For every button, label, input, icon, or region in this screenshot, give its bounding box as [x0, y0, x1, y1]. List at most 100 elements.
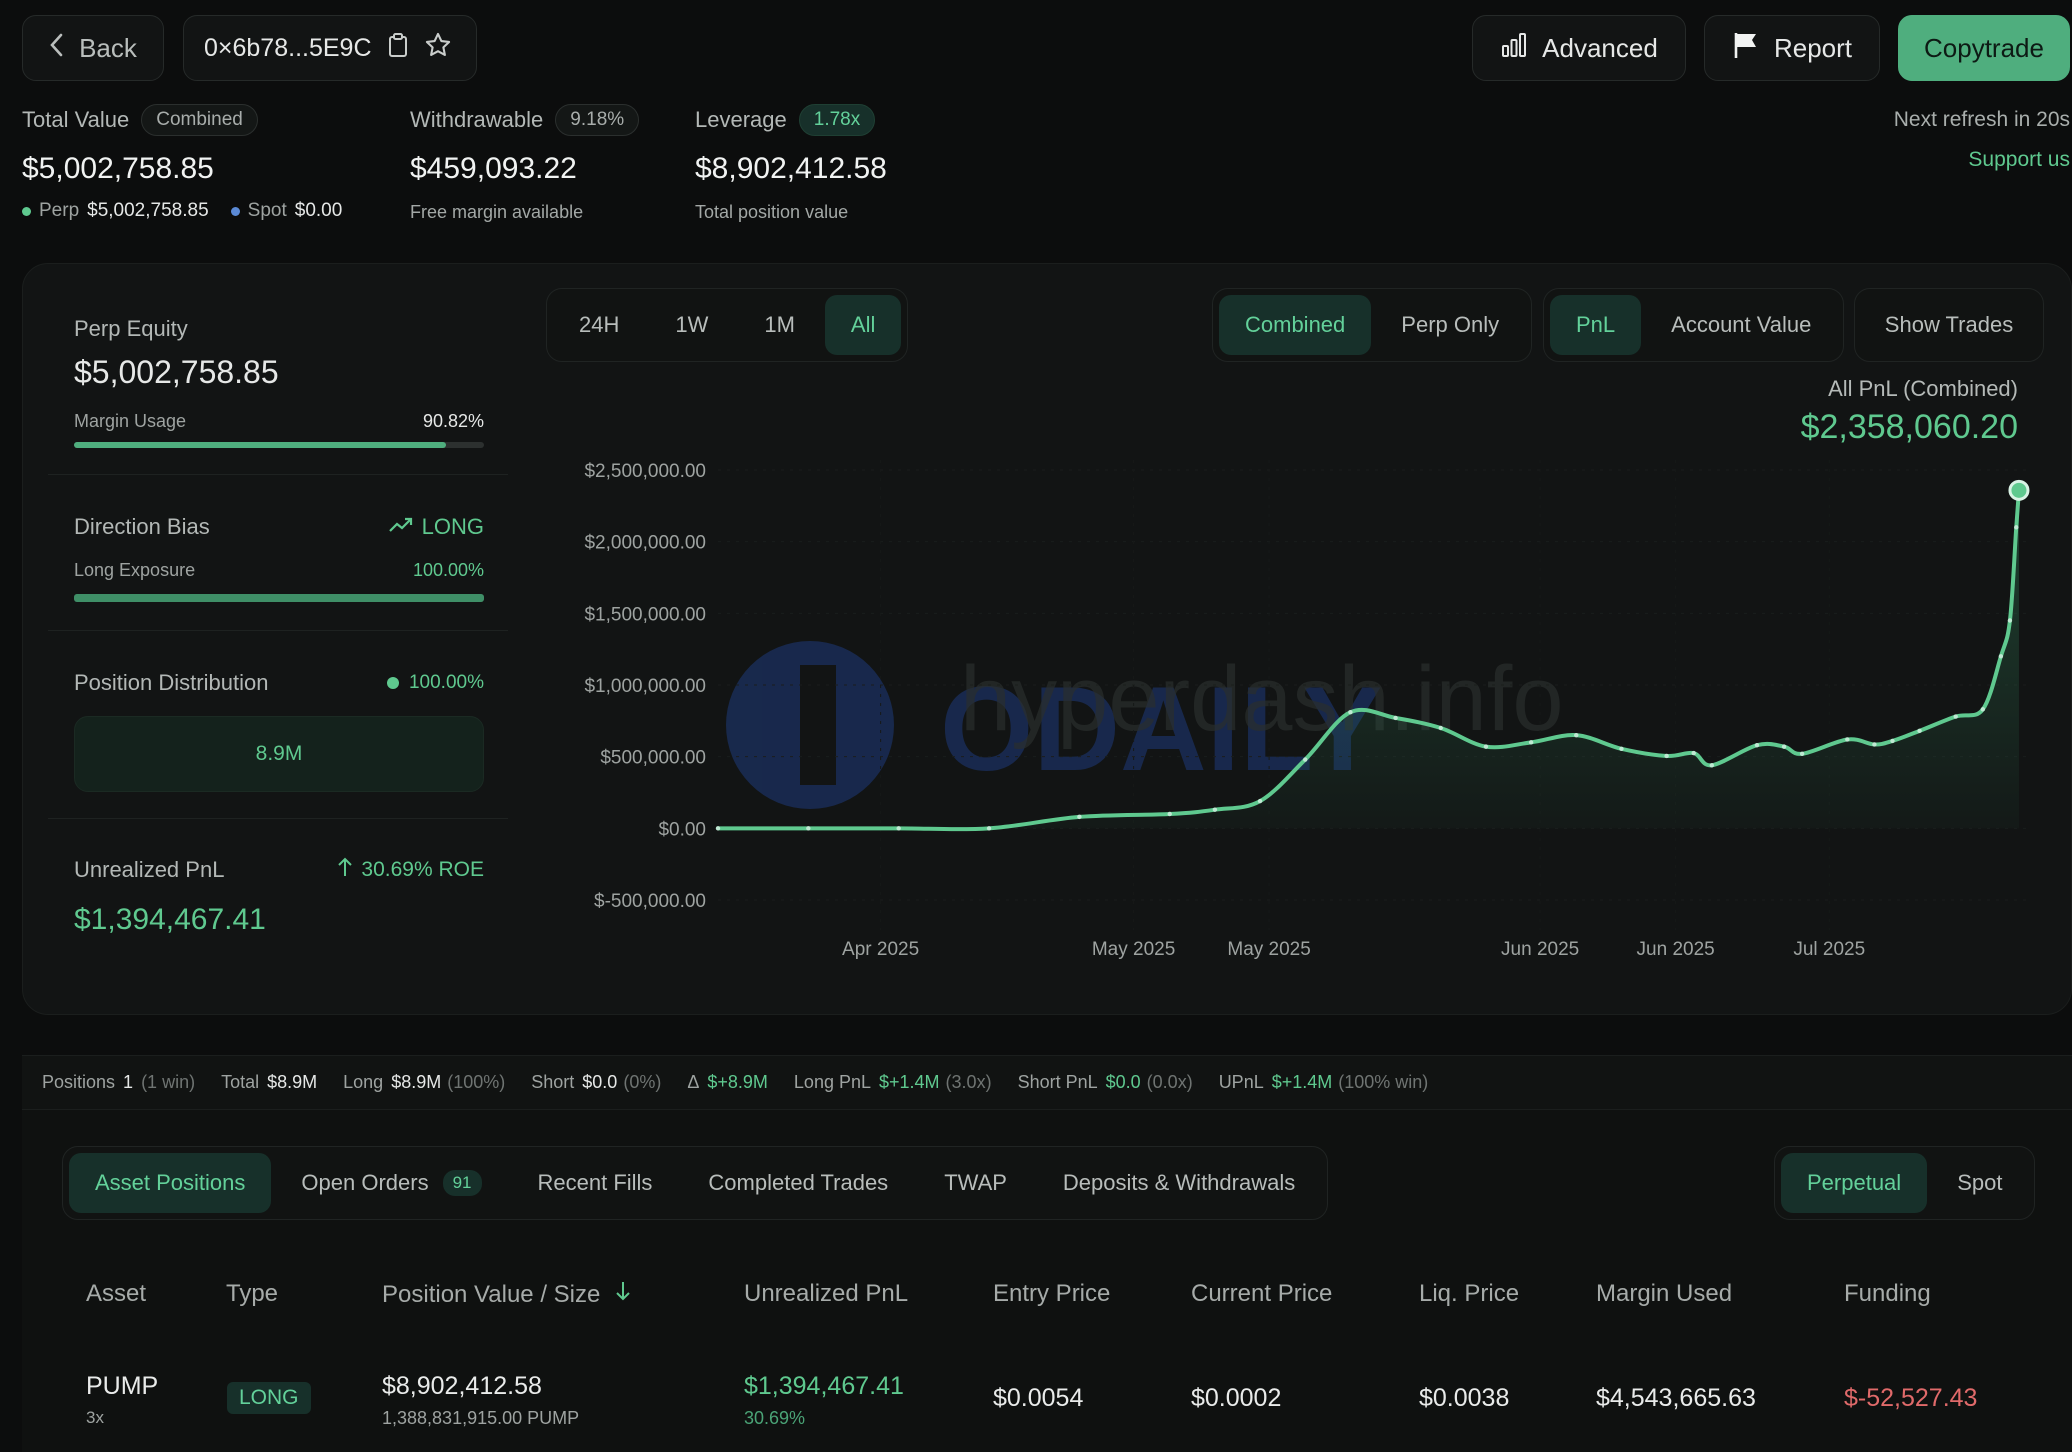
summary-delta-value: $+8.9M: [707, 1072, 768, 1092]
range-selector: 24H 1W 1M All: [546, 288, 909, 362]
total-value-label: Total Value: [22, 107, 130, 132]
direction-label: Direction Bias: [74, 514, 210, 539]
col-margin-used[interactable]: Margin Used: [1596, 1280, 1732, 1308]
market-selector: Perpetual Spot: [1774, 1146, 2036, 1220]
metric-selector: PnL Account Value: [1543, 288, 1845, 362]
col-position-value[interactable]: Position Value / Size: [382, 1280, 632, 1309]
perp-equity-value: $5,002,758.85: [74, 354, 279, 390]
advanced-label: Advanced: [1542, 32, 1658, 63]
col-position-value-label: Position Value / Size: [382, 1280, 601, 1308]
row-position-size: 1,388,831,915.00 PUMP: [382, 1408, 580, 1428]
support-link[interactable]: Support us: [1968, 148, 2070, 172]
leverage-value: $8,902,412.58: [695, 152, 887, 185]
row-asset[interactable]: PUMP: [86, 1372, 158, 1401]
tab-open-orders-label: Open Orders: [301, 1170, 429, 1195]
summary-short-pnl-label: Short PnL: [1017, 1072, 1098, 1092]
row-leverage: 3x: [86, 1408, 104, 1427]
col-liq-price[interactable]: Liq. Price: [1419, 1280, 1519, 1308]
long-exposure-fill: [74, 594, 484, 602]
summary-short-pnl-note: (0.0x): [1146, 1072, 1193, 1092]
withdrawable-label: Withdrawable: [410, 107, 544, 132]
tab-perpetual[interactable]: Perpetual: [1781, 1153, 1928, 1213]
col-entry-price[interactable]: Entry Price: [993, 1280, 1110, 1308]
tab-spot[interactable]: Spot: [1931, 1153, 2028, 1213]
row-liq-price: $0.0038: [1419, 1384, 1510, 1412]
mode-selector: Combined Perp Only: [1212, 288, 1533, 362]
tab-twap[interactable]: TWAP: [918, 1153, 1033, 1213]
summary-upnl-note: (100% win): [1338, 1072, 1429, 1092]
mode-combined[interactable]: Combined: [1219, 295, 1372, 355]
sort-down-icon: [614, 1280, 632, 1309]
total-value-block: Total Value Combined $5,002,758.85 Perp …: [22, 104, 342, 222]
range-1m[interactable]: 1M: [738, 295, 821, 355]
metric-account-value[interactable]: Account Value: [1645, 295, 1837, 355]
margin-usage-value: 90.82%: [422, 411, 484, 431]
withdrawable-sub: Free margin available: [410, 202, 584, 222]
tab-open-orders[interactable]: Open Orders 91: [275, 1153, 507, 1213]
show-trades-label: Show Trades: [1884, 312, 2014, 337]
tab-completed-trades[interactable]: Completed Trades: [682, 1153, 914, 1213]
refresh-text: Next refresh in 20s: [1893, 108, 2070, 131]
summary-total-label: Total: [221, 1072, 260, 1092]
summary-short-label: Short: [531, 1072, 575, 1092]
perp-value: $5,002,758.85: [87, 200, 209, 221]
summary-positions-note: (1 win): [141, 1072, 196, 1092]
copytrade-button[interactable]: Copytrade: [1898, 15, 2070, 81]
positions-tabs: Asset Positions Open Orders 91 Recent Fi…: [62, 1146, 1329, 1220]
perp-equity-label: Perp Equity: [74, 316, 188, 341]
trending-up-icon: [388, 516, 414, 539]
summary-long-pnl-label: Long PnL: [793, 1072, 871, 1092]
copytrade-label: Copytrade: [1924, 32, 2044, 63]
range-24h[interactable]: 24H: [553, 295, 645, 355]
upnl-roe: 30.69% ROE: [361, 857, 484, 881]
margin-usage-label: Margin Usage: [74, 411, 187, 431]
distribution-box[interactable]: 8.9M: [74, 716, 484, 792]
show-trades-button[interactable]: Show Trades: [1854, 288, 2044, 362]
row-type-badge: LONG: [227, 1382, 311, 1414]
spot-label: Spot: [247, 200, 287, 221]
summary-short-note: (0%): [623, 1072, 662, 1092]
perp-dot-icon: [22, 206, 31, 216]
col-asset[interactable]: Asset: [86, 1280, 146, 1308]
summary-long-label: Long: [343, 1072, 384, 1092]
long-exposure-bar: [74, 594, 484, 602]
tab-asset-positions[interactable]: Asset Positions: [69, 1153, 272, 1213]
margin-usage-bar: [74, 442, 484, 448]
summary-upnl-label: UPnL: [1218, 1072, 1264, 1092]
tab-deposits-withdrawals[interactable]: Deposits & Withdrawals: [1037, 1153, 1321, 1213]
range-all[interactable]: All: [824, 295, 902, 355]
col-funding[interactable]: Funding: [1844, 1280, 1931, 1308]
star-icon[interactable]: [424, 31, 452, 66]
combined-badge: Combined: [141, 104, 258, 136]
row-margin-used: $4,543,665.63: [1596, 1384, 1756, 1412]
advanced-button[interactable]: Advanced: [1472, 15, 1686, 81]
report-button[interactable]: Report: [1704, 15, 1880, 81]
copy-icon[interactable]: [388, 32, 408, 65]
back-button[interactable]: Back: [22, 15, 164, 81]
col-type[interactable]: Type: [226, 1280, 278, 1308]
mode-perp-only[interactable]: Perp Only: [1375, 295, 1525, 355]
upnl-label: Unrealized PnL: [74, 856, 225, 882]
spot-value: $0.00: [294, 200, 343, 221]
spot-dot-icon: [230, 206, 240, 216]
range-1w[interactable]: 1W: [649, 295, 734, 355]
summary-upnl-value: $+1.4M: [1271, 1072, 1333, 1092]
withdrawable-block: Withdrawable 9.18% $459,093.22 Free marg…: [410, 104, 640, 223]
summary-long-value: $8.9M: [391, 1072, 442, 1092]
upnl-value: $1,394,467.41: [74, 903, 266, 936]
summary-positions-label: Positions: [42, 1072, 116, 1092]
summary-delta-label: Δ: [687, 1072, 700, 1092]
back-label: Back: [79, 32, 137, 63]
withdrawable-value: $459,093.22: [410, 152, 577, 185]
distribution-value: 100.00%: [408, 672, 484, 693]
leverage-badge: 1.78x: [798, 104, 876, 136]
wallet-address: 0×6b78...5E9C: [204, 33, 372, 62]
row-current-price: $0.0002: [1191, 1384, 1282, 1412]
metric-pnl[interactable]: PnL: [1550, 295, 1642, 355]
perp-label: Perp: [39, 200, 80, 221]
leverage-block: Leverage 1.78x $8,902,412.58 Total posit…: [695, 104, 887, 223]
chart-headline-value: $2,358,060.20: [1800, 408, 2018, 446]
tab-recent-fills[interactable]: Recent Fills: [512, 1153, 679, 1213]
col-current-price[interactable]: Current Price: [1191, 1280, 1332, 1308]
col-unrealized-pnl[interactable]: Unrealized PnL: [744, 1280, 908, 1308]
